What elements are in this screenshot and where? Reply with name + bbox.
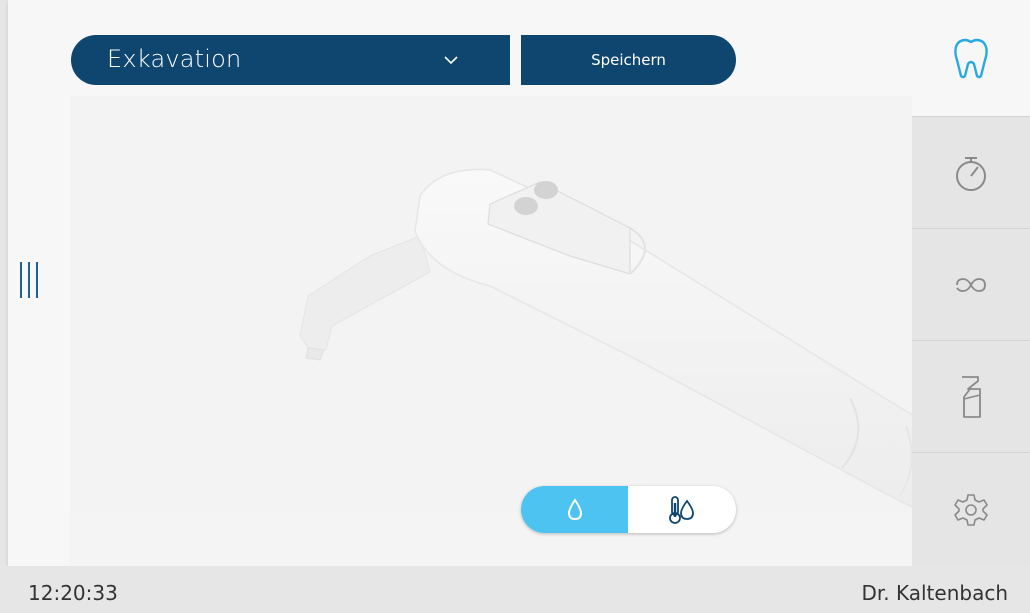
nav-item-treatment[interactable] bbox=[912, 0, 1030, 116]
nav-item-loop[interactable] bbox=[912, 228, 1030, 340]
side-nav bbox=[912, 0, 1030, 566]
temperature-option[interactable] bbox=[628, 486, 735, 533]
nav-item-settings[interactable] bbox=[912, 452, 1030, 566]
handpiece-view bbox=[70, 96, 912, 512]
gear-icon bbox=[954, 493, 988, 526]
program-select-value: Exkavation bbox=[107, 45, 242, 73]
chevron-down-icon bbox=[444, 56, 458, 65]
stopwatch-icon bbox=[956, 156, 986, 191]
save-button-label: Speichern bbox=[591, 51, 666, 69]
nav-item-spray[interactable] bbox=[912, 340, 1030, 452]
tooth-icon bbox=[954, 38, 988, 79]
handpiece-illustration bbox=[299, 168, 912, 508]
coolant-toggle bbox=[521, 486, 736, 533]
left-rail bbox=[8, 0, 70, 566]
clock-time: 12:20:33 bbox=[28, 581, 118, 605]
thermometer-drop-icon bbox=[668, 495, 694, 524]
user-name: Dr. Kaltenbach bbox=[861, 581, 1008, 605]
infinity-loop-icon bbox=[956, 277, 986, 292]
nav-item-timer[interactable] bbox=[912, 116, 1030, 228]
water-drop-icon bbox=[567, 497, 582, 520]
water-option[interactable] bbox=[521, 486, 628, 533]
drawer-handle[interactable] bbox=[20, 262, 38, 298]
program-select[interactable]: Exkavation bbox=[71, 35, 510, 85]
save-button[interactable]: Speichern bbox=[521, 35, 736, 85]
spray-bottle-icon bbox=[962, 375, 981, 418]
